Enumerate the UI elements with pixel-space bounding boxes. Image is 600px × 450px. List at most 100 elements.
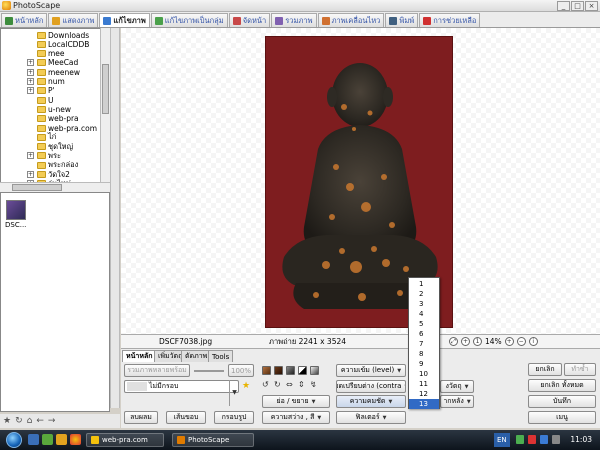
pane-splitter[interactable]: [110, 28, 120, 408]
edit-tab-tools[interactable]: Tools: [208, 350, 234, 362]
flip-vertical-icon[interactable]: ⇕: [298, 380, 305, 389]
percent-field[interactable]: 100%: [228, 364, 254, 377]
sharpen-button[interactable]: ความคมชัด: [336, 395, 406, 408]
shrink-enlarge-button[interactable]: ย่อ / ขยาย: [262, 395, 330, 408]
expand-icon[interactable]: +: [27, 171, 34, 178]
dropdown-option[interactable]: 6: [409, 329, 439, 339]
tab-viewer[interactable]: แสดงภาพ: [48, 13, 99, 27]
zoom-out-icon[interactable]: −: [516, 337, 526, 346]
resize-slider[interactable]: [194, 370, 224, 372]
dropdown-option[interactable]: 12: [409, 389, 439, 399]
brightness-color-button[interactable]: ความสว่าง , สี: [262, 411, 330, 424]
taskbar-photoscape[interactable]: PhotoScape: [172, 433, 254, 447]
combine-icon: [275, 16, 284, 25]
browser-icon: [91, 436, 99, 444]
undo-button[interactable]: ยกเลิก: [528, 363, 562, 376]
rotate-right-icon[interactable]: ↻: [274, 380, 281, 389]
frame-select[interactable]: ไม่มีกรอบ: [124, 380, 239, 393]
dropdown-option[interactable]: 3: [409, 299, 439, 309]
star-icon[interactable]: ★: [3, 416, 11, 426]
dropdown-option[interactable]: 7: [409, 339, 439, 349]
tone-chip-2-icon[interactable]: [274, 366, 283, 375]
background-button[interactable]: ากหลัง: [440, 395, 474, 408]
tray-icon-3[interactable]: [540, 435, 548, 444]
tree-horizontal-scrollbar[interactable]: [0, 182, 110, 192]
sharpen-level-dropdown[interactable]: 1 2 3 4 5 6 7 8 9 10 11 12 13: [408, 277, 440, 409]
forward-arrow-icon[interactable]: →: [48, 416, 56, 426]
photo-frame-button[interactable]: กรอบรูป: [214, 411, 254, 424]
start-button[interactable]: [6, 432, 22, 448]
resize-button[interactable]: รวมภาพหลายพร้อม: [124, 364, 190, 377]
rotate-left-icon[interactable]: ↺: [262, 380, 269, 389]
dropdown-option[interactable]: 8: [409, 349, 439, 359]
tree-scroll-thumb[interactable]: [102, 64, 109, 114]
fit-screen-icon[interactable]: ⤢: [449, 337, 458, 346]
edit-tab-home[interactable]: หน้าหลัก: [122, 350, 157, 362]
explorer-icon[interactable]: [56, 434, 67, 445]
backlight-contrast-button[interactable]: ชดเปรียบต่าง (contra: [336, 380, 406, 393]
zoom-in-icon[interactable]: +: [461, 337, 470, 346]
photo-thumbnail[interactable]: [6, 200, 26, 220]
expand-icon[interactable]: +: [27, 87, 34, 95]
tone-chip-1-icon[interactable]: [262, 366, 271, 375]
tab-gif[interactable]: ภาพเคลื่อนไหว: [317, 13, 385, 27]
dropdown-option[interactable]: 5: [409, 319, 439, 329]
tray-icon-1[interactable]: [516, 435, 524, 444]
edit-tab-crop[interactable]: ตัดภาพ: [181, 350, 212, 362]
zoom-actual-icon[interactable]: 1: [473, 337, 482, 346]
save-button[interactable]: บันทึก: [528, 395, 596, 408]
expand-icon[interactable]: +: [27, 152, 34, 160]
tab-page[interactable]: จัดหน้า: [228, 13, 271, 27]
close-button[interactable]: ×: [585, 1, 598, 11]
gif-icon: [321, 16, 330, 25]
expand-icon[interactable]: +: [27, 68, 34, 76]
tab-batch[interactable]: แก้ไขภาพเป็นกลุ่ม: [150, 13, 228, 27]
frame-select-arrow-icon[interactable]: ▼: [229, 380, 239, 406]
redo-button[interactable]: ทำซ้ำ: [564, 363, 596, 376]
flip-horizontal-icon[interactable]: ⇔: [286, 380, 293, 389]
dropdown-option[interactable]: 9: [409, 359, 439, 369]
tab-combine[interactable]: รวมภาพ: [271, 13, 317, 27]
info-icon[interactable]: i: [528, 337, 538, 346]
auto-level-button[interactable]: ความเข้ม (level): [336, 364, 406, 377]
minimize-button[interactable]: _: [557, 1, 570, 11]
tab-editor[interactable]: แก้ไขภาพ: [99, 13, 150, 27]
tree-hscroll-thumb[interactable]: [12, 184, 62, 191]
rotate-free-icon[interactable]: ↯: [310, 380, 317, 389]
expand-icon[interactable]: +: [27, 78, 34, 85]
folder-tree[interactable]: Downloads LocalCDDB mee + MeeCad + meenew + num +…: [0, 28, 110, 186]
maximize-button[interactable]: □: [571, 1, 584, 11]
chrome-icon[interactable]: [70, 434, 81, 445]
dropdown-option[interactable]: 2: [409, 289, 439, 299]
filter-button[interactable]: ฟิลเตอร์: [336, 411, 406, 424]
expand-icon[interactable]: +: [27, 59, 34, 67]
tab-print[interactable]: พิมพ์: [385, 13, 419, 27]
tone-chip-3-icon[interactable]: [286, 366, 295, 375]
dropdown-option[interactable]: 4: [409, 309, 439, 319]
dropdown-option[interactable]: 13: [409, 399, 439, 409]
back-arrow-icon[interactable]: ←: [36, 416, 44, 426]
folder-open-icon[interactable]: ⌂: [27, 416, 33, 426]
show-desktop-icon[interactable]: [28, 434, 39, 445]
tree-vertical-scrollbar[interactable]: [100, 28, 110, 186]
undo-all-button[interactable]: ยกเลิก ทั้งหมด: [528, 379, 596, 392]
dropdown-option[interactable]: 11: [409, 379, 439, 389]
frame-line-button[interactable]: เส้นขอบ: [166, 411, 206, 424]
rotate-icon[interactable]: ↻: [15, 416, 23, 426]
zoom-in-button-icon[interactable]: +: [504, 337, 514, 346]
volume-icon[interactable]: [552, 435, 560, 444]
tab-help[interactable]: การช่วยเหลือ: [419, 13, 481, 27]
dropdown-option[interactable]: 1: [409, 279, 439, 289]
language-indicator[interactable]: EN: [494, 433, 510, 447]
tone-chip-4-icon[interactable]: [298, 366, 307, 375]
excel-icon[interactable]: [42, 434, 53, 445]
save-result-button[interactable]: ลบผลม: [124, 411, 158, 424]
tray-icon-2[interactable]: [528, 435, 536, 444]
favorite-star-icon[interactable]: ★: [242, 381, 250, 391]
object-button[interactable]: งวัตถุ: [440, 380, 474, 393]
dropdown-option[interactable]: 10: [409, 369, 439, 379]
taskbar-web-pra[interactable]: web-pra.com: [86, 433, 164, 447]
tab-home[interactable]: หน้าหลัก: [1, 13, 48, 27]
tone-chip-5-icon[interactable]: [310, 366, 319, 375]
menu-button[interactable]: เมนู: [528, 411, 596, 424]
